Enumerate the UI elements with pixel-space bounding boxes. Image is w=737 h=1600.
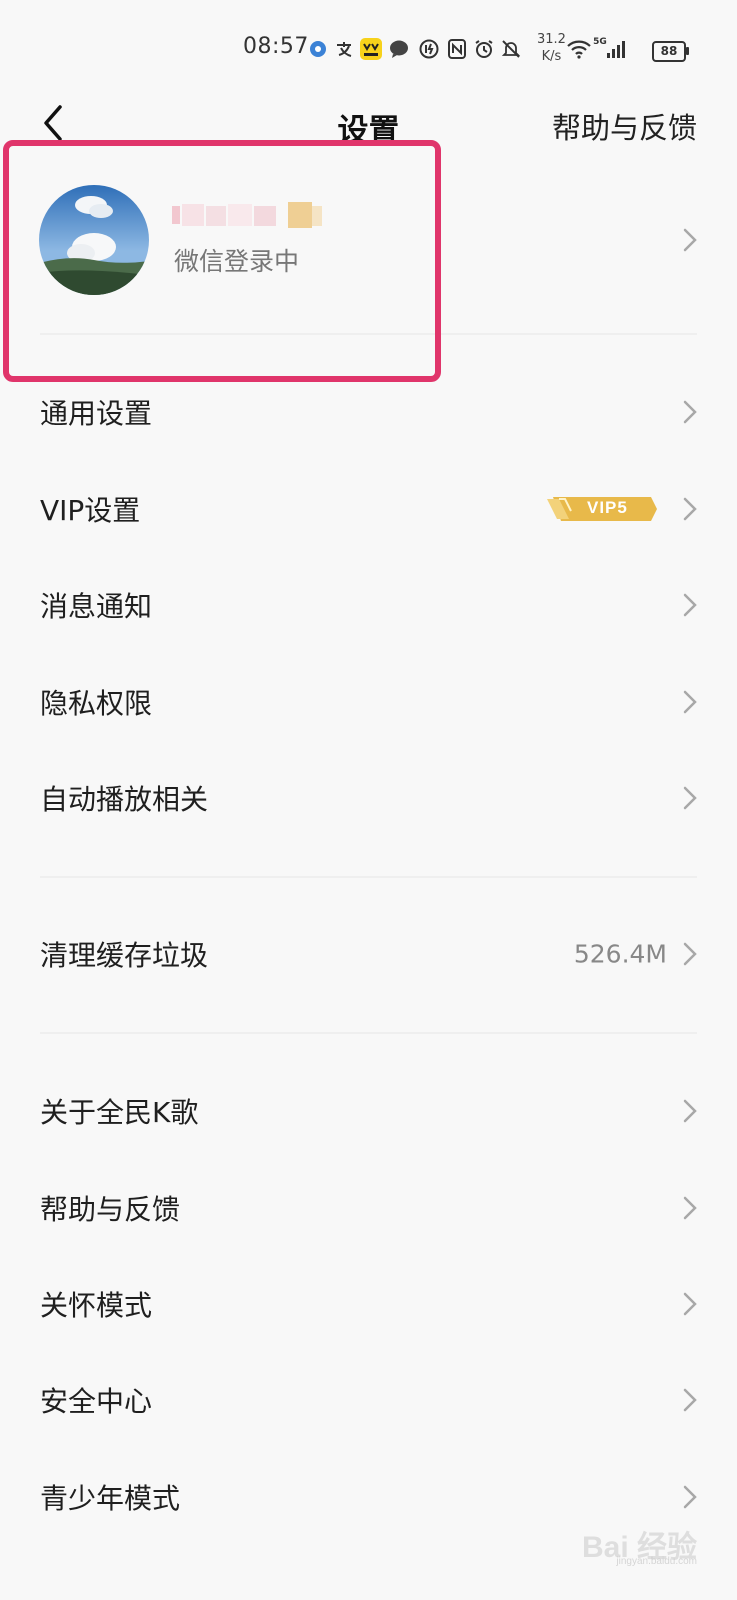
chevron-right-icon (683, 1196, 697, 1220)
row-label: VIP设置 (40, 494, 141, 527)
chevron-right-icon (683, 942, 697, 966)
chevron-right-icon (683, 400, 697, 424)
watermark-url: jingyan.baidu.com (616, 1556, 697, 1567)
network-speed-unit: K/s (541, 49, 562, 64)
row-general-settings[interactable]: 通用设置 (0, 364, 737, 460)
row-privacy[interactable]: 隐私权限 (0, 654, 737, 750)
chevron-right-icon (683, 1485, 697, 1509)
network-speed-value: 31.2 (537, 32, 566, 47)
chevron-right-icon (683, 593, 697, 617)
alarm-icon (473, 38, 495, 60)
chevron-right-icon (683, 1388, 697, 1412)
chevron-right-icon (683, 786, 697, 810)
row-security-center[interactable]: 安全中心 (0, 1352, 737, 1448)
row-care-mode[interactable]: 关怀模式 (0, 1256, 737, 1352)
divider (40, 1032, 697, 1034)
wifi-icon (566, 38, 592, 60)
help-feedback-link[interactable]: 帮助与反馈 (552, 105, 697, 147)
vip-level-label: VIP5 (587, 498, 628, 517)
signal-icon (606, 38, 628, 60)
row-label: 关于全民K歌 (40, 1096, 199, 1129)
divider (40, 333, 697, 335)
row-help-feedback[interactable]: 帮助与反馈 (0, 1160, 737, 1256)
chevron-right-icon (683, 497, 697, 521)
cache-size: 526.4M (573, 939, 667, 969)
baidu-jingyan-watermark: Bai 经验 jingyan.baidu.com (557, 1522, 697, 1570)
row-label: 通用设置 (40, 397, 153, 430)
row-label: 自动播放相关 (40, 783, 209, 816)
battery-tip (686, 47, 689, 55)
mute-icon (500, 38, 522, 60)
chevron-right-icon (683, 228, 697, 252)
avatar[interactable] (39, 185, 149, 295)
kge-app-icon (360, 38, 382, 60)
profile-card[interactable]: 微信登录中 (0, 150, 737, 340)
message-icon (388, 38, 410, 60)
row-notifications[interactable]: 消息通知 (0, 557, 737, 653)
vip-badge: VIP5 (547, 493, 659, 525)
row-vip-settings[interactable]: VIP设置 VIP5 (0, 461, 737, 557)
network-type-label: 5G (593, 37, 607, 47)
nav-bar: 设置 帮助与反馈 (0, 95, 737, 155)
speed-icon (418, 38, 440, 60)
browser-icon (307, 38, 329, 60)
network-speed: 31.2 K/s (537, 31, 566, 65)
row-autoplay[interactable]: 自动播放相关 (0, 750, 737, 846)
row-clear-cache[interactable]: 清理缓存垃圾 526.4M (0, 906, 737, 1002)
login-status: 微信登录中 (174, 247, 300, 276)
status-time: 08:57 (243, 34, 309, 59)
nfc-icon (446, 38, 468, 60)
battery-indicator: 88 (652, 41, 686, 62)
avatar-landscape-image (39, 185, 149, 295)
chevron-right-icon (683, 1099, 697, 1123)
chevron-right-icon (683, 690, 697, 714)
alipay-icon (333, 38, 355, 60)
divider (40, 876, 697, 878)
username-redacted (172, 202, 342, 228)
row-label: 青少年模式 (40, 1482, 181, 1515)
row-label: 隐私权限 (40, 687, 153, 720)
row-label: 消息通知 (40, 590, 153, 623)
row-label: 关怀模式 (40, 1289, 153, 1322)
row-label: 帮助与反馈 (40, 1193, 181, 1226)
row-label: 安全中心 (40, 1385, 153, 1418)
status-bar: 08:57 31.2 K/s 5G 88 (0, 0, 737, 100)
row-about[interactable]: 关于全民K歌 (0, 1063, 737, 1159)
row-label: 清理缓存垃圾 (40, 939, 209, 972)
chevron-right-icon (683, 1292, 697, 1316)
